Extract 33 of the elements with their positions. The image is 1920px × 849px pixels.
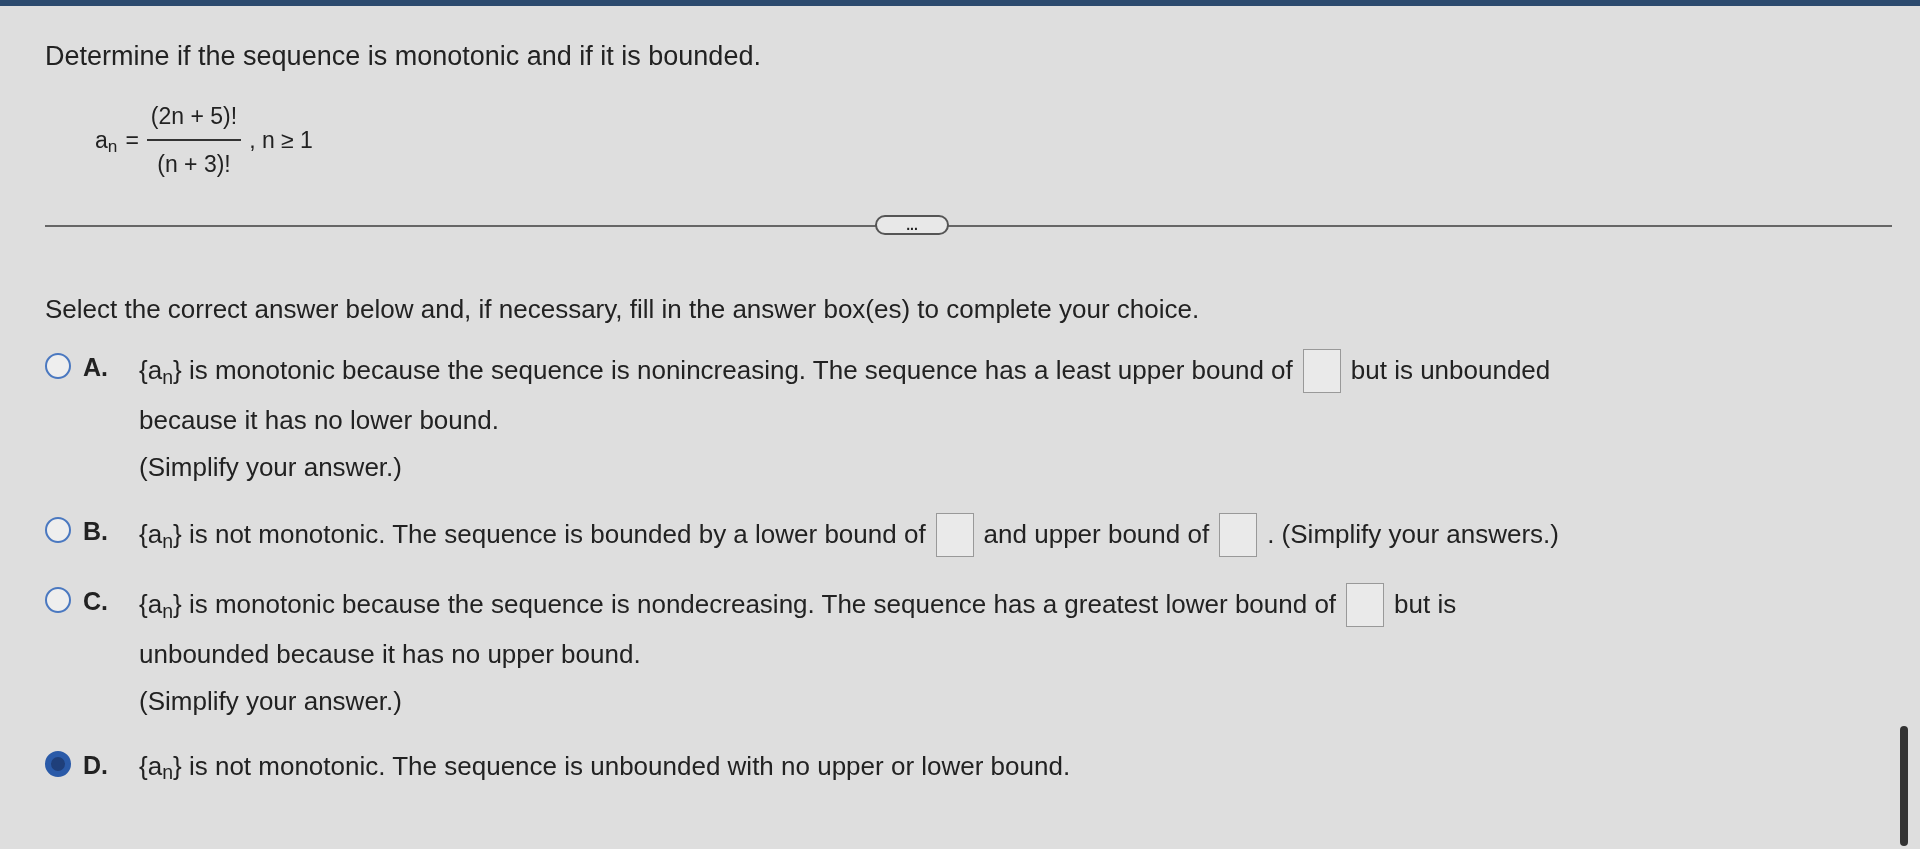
radio-button[interactable] bbox=[45, 586, 71, 613]
option-text: {a$_{n}$} is monotonic because the sequence is nonincreasing. The sequence has a least upper bound of bbox=[139, 354, 1293, 390]
option-text: . (Simplify your answers.) bbox=[1267, 518, 1559, 551]
option-text: but is bbox=[1394, 588, 1457, 621]
option-text: but is unbounded bbox=[1350, 354, 1551, 387]
expand-button[interactable]: ... bbox=[875, 214, 949, 235]
option-letter: A. bbox=[83, 351, 109, 383]
option-text: (Simplify your answer.) bbox=[139, 684, 402, 718]
instruction-text: Select the correct answer below and, if necessary, fill in the answer box(es) to complete your choice. bbox=[45, 292, 1201, 326]
fraction-denominator: (n + 3)! bbox=[156, 150, 232, 179]
option-text: {a$_{n}$} is monotonic because the sequence is nondecreasing. The sequence has a greatest lower bound of bbox=[139, 588, 1337, 624]
radio-button[interactable] bbox=[45, 516, 71, 543]
answer-box[interactable] bbox=[1302, 348, 1341, 393]
radio-button[interactable] bbox=[45, 352, 71, 379]
option-letter: D. bbox=[83, 749, 109, 781]
option-text: unbounded because it has no upper bound. bbox=[139, 637, 641, 671]
option-letter: B. bbox=[83, 515, 109, 547]
radio-button[interactable] bbox=[45, 750, 71, 777]
answer-box[interactable] bbox=[1219, 512, 1258, 557]
equals-sign: = bbox=[125, 125, 139, 155]
formula-condition: , n ≥ 1 bbox=[249, 125, 313, 155]
fraction-numerator: (2n + 5)! bbox=[149, 101, 239, 131]
question-text: Determine if the sequence is monotonic and if it is bounded. bbox=[45, 40, 762, 73]
option-letter: C. bbox=[83, 585, 109, 617]
option-text: {a$_{n}$} is not monotonic. The sequence is unbounded with no upper or lower bound. bbox=[139, 749, 1071, 786]
answer-box[interactable] bbox=[1346, 582, 1385, 627]
option-text: and upper bound of bbox=[983, 518, 1210, 551]
answer-box[interactable] bbox=[935, 512, 974, 557]
option-text: because it has no lower bound. bbox=[139, 403, 499, 437]
scrollbar-thumb[interactable] bbox=[1900, 726, 1908, 846]
option-text: {a$_{n}$} is not monotonic. The sequence is bounded by a lower bound of bbox=[139, 518, 926, 554]
option-text: (Simplify your answer.) bbox=[139, 450, 402, 484]
formula-term: a$_{n}$ bbox=[95, 125, 118, 158]
